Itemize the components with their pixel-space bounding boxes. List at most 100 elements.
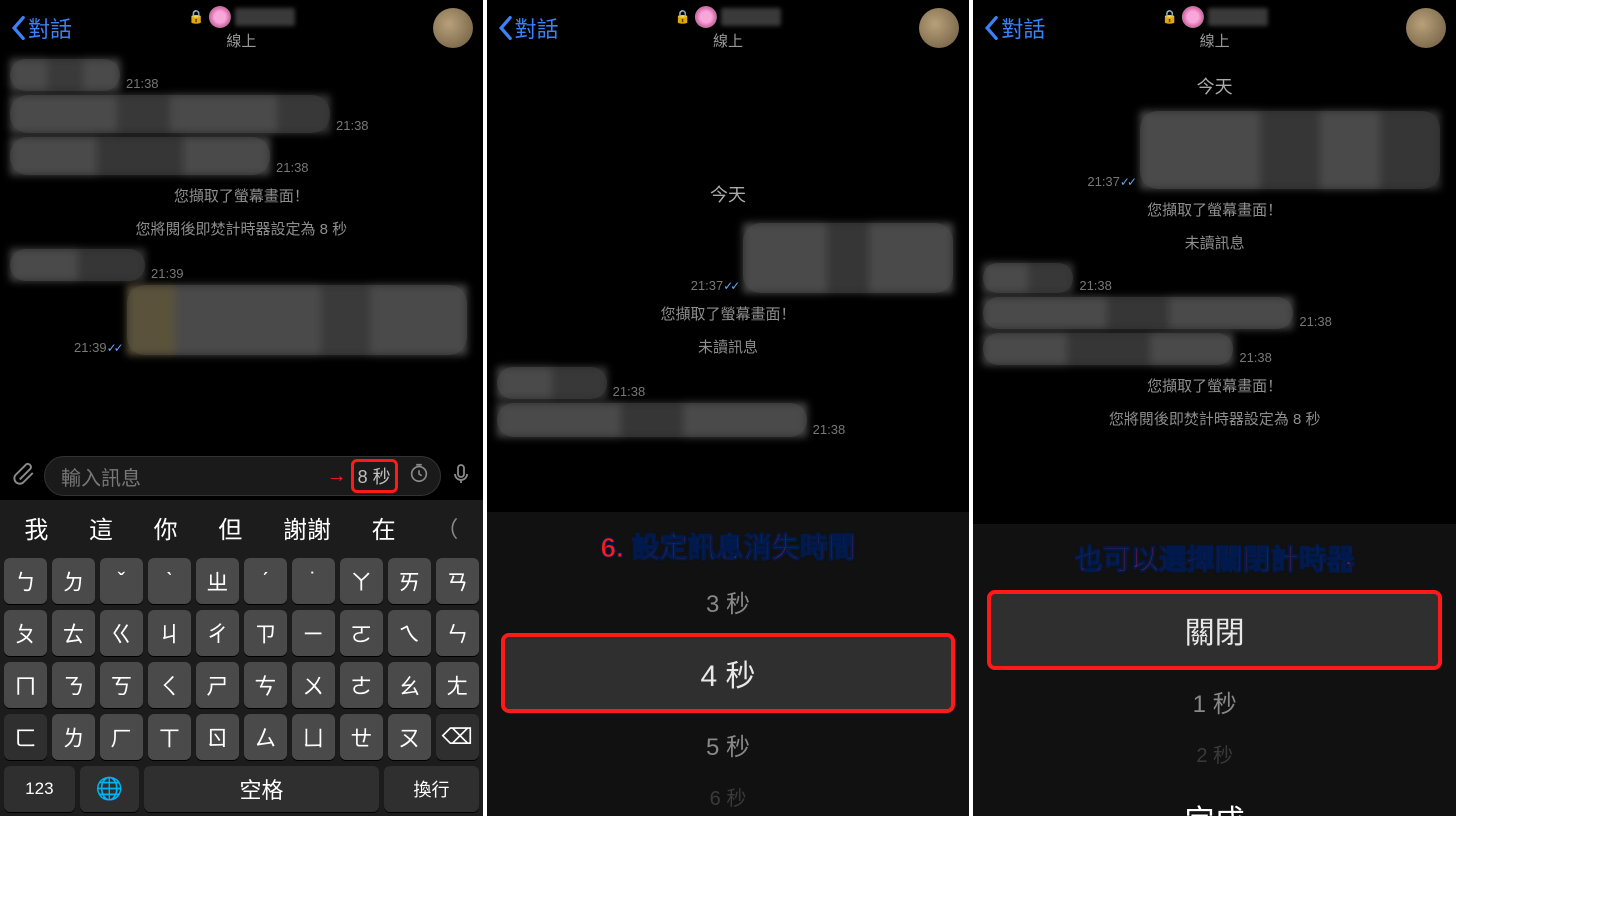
key[interactable]: ㄈ — [4, 714, 47, 760]
key[interactable]: ㄖ — [196, 714, 239, 760]
key[interactable]: ㄕ — [196, 662, 239, 708]
key[interactable]: ㄧ — [292, 610, 335, 656]
header-title[interactable]: 🔒 線上 — [188, 6, 294, 51]
msg-out[interactable]: 21:37✓✓ — [983, 111, 1446, 189]
msg-in[interactable]: 21:38 — [10, 95, 473, 133]
key[interactable]: ㄨ — [292, 662, 335, 708]
key[interactable]: ㄠ — [388, 662, 431, 708]
header-title[interactable]: 🔒 線上 — [1162, 6, 1268, 51]
key[interactable]: ㄌ — [52, 714, 95, 760]
contact-avatar[interactable] — [919, 8, 959, 48]
key[interactable]: ˇ — [100, 558, 143, 604]
key[interactable]: ㄋ — [52, 662, 95, 708]
back-button[interactable]: 對話 — [497, 12, 559, 44]
key[interactable]: ㄙ — [244, 714, 287, 760]
msg-out[interactable]: 21:37✓✓ — [497, 223, 960, 293]
key[interactable]: ㄑ — [148, 662, 191, 708]
key[interactable]: ㄏ — [100, 714, 143, 760]
timer-badge[interactable]: 8 秒 — [351, 459, 398, 493]
unread-separator: 未讀訊息 — [487, 330, 970, 363]
timer-picker[interactable]: 3 秒 4 秒 5 秒 6 秒 — [487, 574, 970, 816]
picker-option[interactable]: 1 秒 — [987, 674, 1442, 729]
key[interactable]: ㄣ — [436, 610, 479, 656]
timer-picker-sheet[interactable]: 也可以選擇關閉計時器 關閉 1 秒 2 秒 完成 — [973, 524, 1456, 816]
message-input[interactable]: 輸入訊息 → 8 秒 — [44, 456, 441, 496]
system-message: 您擷取了螢幕畫面！ — [973, 369, 1456, 402]
key[interactable]: ㄢ — [436, 558, 479, 604]
sugg[interactable]: 我 — [24, 510, 48, 545]
msg-time: 21:39 — [151, 266, 184, 281]
key[interactable]: ㄗ — [244, 610, 287, 656]
sugg[interactable]: 但 — [218, 510, 242, 545]
picker-option[interactable]: 2 秒 — [987, 729, 1442, 778]
contact-avatar[interactable] — [1406, 8, 1446, 48]
key[interactable]: ㄛ — [340, 610, 383, 656]
key[interactable]: ˙ — [292, 558, 335, 604]
timer-picker[interactable]: 關閉 1 秒 2 秒 — [973, 590, 1456, 778]
key[interactable]: ㄓ — [196, 558, 239, 604]
done-button[interactable]: 完成 — [973, 778, 1456, 816]
key[interactable]: ㄉ — [52, 558, 95, 604]
key-space[interactable]: 空格 — [144, 766, 380, 812]
panel-timer-off: 對話 🔒 線上 今天 21:37✓✓ 您擷取了螢幕畫面！ 未讀訊息 21:38 … — [973, 0, 1456, 816]
key[interactable]: ㄚ — [340, 558, 383, 604]
key[interactable]: ㄒ — [148, 714, 191, 760]
mic-icon[interactable] — [449, 462, 473, 491]
msg-out[interactable]: 21:39✓✓ — [10, 285, 473, 355]
key-numbers[interactable]: 123 — [4, 766, 75, 812]
msg-in[interactable]: 21:38 — [10, 59, 473, 91]
picker-option[interactable]: 5 秒 — [501, 717, 956, 772]
msg-in[interactable]: 21:39 — [10, 249, 473, 281]
header-title[interactable]: 🔒 線上 — [675, 6, 781, 51]
key[interactable]: ㄞ — [388, 558, 431, 604]
picker-selected[interactable]: 4 秒 — [501, 633, 956, 713]
key[interactable]: ㄆ — [4, 610, 47, 656]
key[interactable]: ㄟ — [388, 610, 431, 656]
back-button[interactable]: 對話 — [983, 12, 1045, 44]
sugg[interactable]: （ — [436, 512, 458, 544]
timer-icon[interactable] — [408, 462, 430, 490]
contact-emoji-icon — [208, 6, 230, 28]
key-backspace[interactable]: ⌫ — [436, 714, 479, 760]
msg-in[interactable]: 21:38 — [983, 297, 1446, 329]
key[interactable]: ㄐ — [148, 610, 191, 656]
msg-in[interactable]: 21:38 — [983, 263, 1446, 293]
key[interactable]: ㄩ — [292, 714, 335, 760]
key[interactable]: ㄘ — [244, 662, 287, 708]
key[interactable]: ㄅ — [4, 558, 47, 604]
keyboard[interactable]: 我 這 你 但 謝謝 在 （ ㄅㄉˇˋㄓˊ˙ㄚㄞㄢ ㄆㄊㄍㄐㄔㄗㄧㄛㄟㄣ ㄇㄋㄎ… — [0, 500, 483, 816]
back-button[interactable]: 對話 — [10, 12, 72, 44]
chat-scroll[interactable]: 21:38 21:38 21:38 您擷取了螢幕畫面！ 您將閱後即焚計時器設定為… — [0, 55, 483, 445]
key[interactable]: ㄔ — [196, 610, 239, 656]
key-return[interactable]: 換行 — [384, 766, 478, 812]
key[interactable]: ㄇ — [4, 662, 47, 708]
picker-selected[interactable]: 關閉 — [987, 590, 1442, 670]
sugg[interactable]: 你 — [154, 510, 178, 545]
key[interactable]: ㄡ — [388, 714, 431, 760]
contact-name-redacted — [721, 8, 781, 26]
sugg[interactable]: 這 — [89, 510, 113, 545]
key[interactable]: ㄍ — [100, 610, 143, 656]
msg-in[interactable]: 21:38 — [983, 333, 1446, 365]
key[interactable]: ㄝ — [340, 714, 383, 760]
msg-in[interactable]: 21:38 — [497, 403, 960, 437]
sugg[interactable]: 在 — [372, 510, 396, 545]
sugg[interactable]: 謝謝 — [283, 510, 331, 545]
system-message: 您擷取了螢幕畫面！ — [973, 193, 1456, 226]
key[interactable]: ㄊ — [52, 610, 95, 656]
picker-option[interactable]: 6 秒 — [501, 772, 956, 816]
picker-option[interactable]: 3 秒 — [501, 574, 956, 629]
key[interactable]: ㄎ — [100, 662, 143, 708]
key[interactable]: ㄤ — [436, 662, 479, 708]
key[interactable]: ˊ — [244, 558, 287, 604]
key[interactable]: ˋ — [148, 558, 191, 604]
keyboard-suggestions[interactable]: 我 這 你 但 謝謝 在 （ — [0, 500, 483, 555]
key-globe-icon[interactable]: 🌐 — [80, 766, 139, 812]
key[interactable]: ㄜ — [340, 662, 383, 708]
msg-in[interactable]: 21:38 — [10, 137, 473, 175]
timer-picker-sheet[interactable]: 6. 設定訊息消失時間 3 秒 4 秒 5 秒 6 秒 完成 — [487, 512, 970, 816]
attach-icon[interactable] — [10, 461, 36, 492]
msg-in[interactable]: 21:38 — [497, 367, 960, 399]
contact-avatar[interactable] — [433, 8, 473, 48]
date-separator: 今天 — [973, 55, 1456, 105]
